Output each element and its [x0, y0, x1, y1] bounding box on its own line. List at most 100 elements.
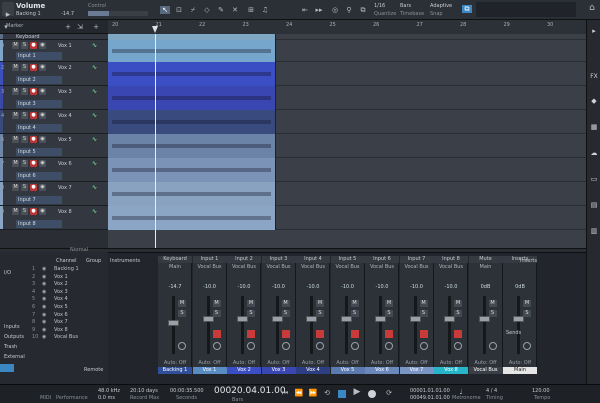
sends-label[interactable]: Sends — [506, 330, 521, 336]
fader-cap[interactable] — [306, 316, 317, 322]
pan-knob[interactable] — [385, 342, 393, 350]
pan-knob[interactable] — [488, 342, 497, 350]
folder-icon[interactable]: ▭ — [589, 174, 599, 184]
strip-output-select[interactable]: Vocal Bus — [193, 264, 227, 271]
strip-solo-button[interactable]: S — [523, 310, 531, 317]
volume-fader[interactable] — [344, 296, 348, 354]
automation-icon[interactable]: ∿ — [92, 112, 97, 119]
visibility-icon[interactable]: ◉ — [42, 304, 54, 311]
mute-button[interactable]: M — [12, 88, 19, 95]
eraser-tool-icon[interactable]: ◇ — [202, 6, 212, 14]
audio-event[interactable] — [108, 182, 276, 206]
grid-icon[interactable]: ▦ — [589, 122, 599, 132]
strip-output-select[interactable]: Vocal Bus — [365, 264, 399, 271]
automation-mode[interactable]: Auto: Off — [400, 360, 434, 366]
automation-mode[interactable]: Auto: Off — [158, 360, 192, 366]
strip-input-name[interactable]: Input 1 — [192, 256, 227, 263]
parameter-value[interactable]: -14.7 — [58, 11, 74, 17]
track-lane[interactable] — [108, 206, 586, 230]
browser-expand-icon[interactable]: ▸ — [589, 26, 599, 36]
strip-input-name[interactable]: Input 8 — [434, 256, 468, 263]
track-header[interactable]: 2 M S ● ◉ Vox 2 ∿ Input 2 — [0, 62, 108, 86]
remote-button[interactable]: Remote — [84, 367, 103, 373]
strip-volume-value[interactable]: -10.0 — [438, 284, 464, 291]
track-input-select[interactable]: Input 4 — [16, 124, 62, 132]
record-arm-button[interactable]: ● — [30, 208, 37, 215]
track-name[interactable]: Vox 5 — [58, 137, 72, 143]
visibility-icon[interactable]: ◉ — [42, 319, 54, 326]
automation-mode[interactable]: Auto: Off — [503, 360, 537, 366]
strip-output-select[interactable]: Main — [158, 264, 192, 271]
monitor-button[interactable]: ◉ — [39, 88, 46, 95]
track-lane[interactable] — [108, 86, 586, 110]
monitor-button[interactable]: ◉ — [39, 136, 46, 143]
volume-fader[interactable] — [206, 296, 210, 354]
solo-button[interactable]: S — [21, 136, 28, 143]
loop-end[interactable]: 00049.01.01.00 — [410, 395, 450, 401]
monitor-button[interactable]: ◉ — [39, 184, 46, 191]
strip-mute-button[interactable]: M — [385, 300, 393, 307]
strip-mute-button[interactable]: M — [488, 300, 497, 307]
strip-input-name[interactable]: Input 5 — [330, 256, 365, 263]
strip-output-select[interactable]: Vocal Bus — [400, 264, 434, 271]
track-header[interactable]: 8 M S ● ◉ Vox 7 ∿ Input 7 — [0, 182, 108, 206]
record-arm-button[interactable]: ● — [30, 64, 37, 71]
strip-output-select[interactable]: Vocal Bus — [434, 264, 468, 271]
automation-mode[interactable]: Auto: Off — [331, 360, 365, 366]
solo-button[interactable]: S — [21, 184, 28, 191]
track-input-select[interactable]: Input 5 — [16, 148, 62, 156]
audio-event[interactable] — [108, 134, 276, 158]
range-tool-icon[interactable]: ⊡ — [174, 6, 184, 14]
record-arm-button[interactable]: ● — [30, 42, 37, 49]
automation-icon[interactable]: ∿ — [92, 136, 97, 143]
volume-fader[interactable] — [448, 296, 451, 354]
strip-output-select[interactable]: Vocal Bus — [296, 264, 330, 271]
bend-tool-icon[interactable]: ⊞ — [246, 6, 256, 14]
audio-event[interactable] — [108, 40, 276, 62]
track-input-select[interactable]: Input 1 — [16, 52, 62, 60]
record-arm-button[interactable]: ● — [30, 160, 37, 167]
listen-tool-icon[interactable]: ♫ — [260, 6, 270, 14]
strip-volume-value[interactable]: -10.0 — [231, 284, 257, 291]
solo-button[interactable]: S — [21, 42, 28, 49]
play-icon[interactable]: ▶ — [352, 388, 362, 397]
strip-input-name[interactable]: Input 3 — [261, 256, 296, 263]
strip-solo-button[interactable]: S — [281, 310, 290, 317]
solo-button[interactable]: S — [21, 88, 28, 95]
strip-channel-name[interactable]: Vox 5 — [330, 367, 365, 374]
strip-mute-button[interactable]: M — [350, 300, 359, 307]
strip-input-name[interactable]: Input 2 — [227, 256, 261, 263]
channel-list-item[interactable]: 9 ◉ Vox 8 — [32, 327, 108, 334]
mute-button[interactable]: M — [12, 136, 19, 143]
pool-icon[interactable]: ▥ — [589, 226, 599, 236]
audio-event[interactable] — [108, 62, 276, 86]
record-arm-button[interactable]: ● — [30, 112, 37, 119]
strip-input-name[interactable]: Mute — [468, 256, 503, 263]
fader-cap[interactable] — [340, 316, 352, 322]
files-icon[interactable]: ▤ — [589, 200, 599, 210]
fader-cap[interactable] — [478, 316, 490, 322]
channel-list-item[interactable]: 4 ◉ Vox 3 — [32, 289, 108, 296]
mute-button[interactable]: M — [12, 112, 19, 119]
pan-knob[interactable] — [454, 342, 462, 350]
strip-solo-button[interactable]: S — [350, 310, 359, 317]
strip-solo-button[interactable]: S — [212, 310, 221, 317]
monitor-button[interactable]: ◉ — [39, 208, 46, 215]
inserts-label[interactable]: Inserts — [520, 258, 537, 264]
strip-channel-name[interactable]: Vocal Bus — [468, 367, 503, 374]
pan-knob[interactable] — [419, 342, 428, 350]
track-lane[interactable] — [108, 110, 586, 134]
visibility-icon[interactable]: ◉ — [42, 289, 54, 296]
strip-volume-value[interactable]: -10.0 — [369, 284, 395, 291]
channel-list-item[interactable]: 2 ◉ Vox 1 — [32, 274, 108, 281]
pan-knob[interactable] — [523, 342, 531, 350]
volume-fader[interactable] — [517, 296, 520, 354]
volume-fader[interactable] — [379, 296, 382, 354]
channel-list-item[interactable]: 6 ◉ Vox 5 — [32, 304, 108, 311]
record-arm-button[interactable]: ● — [30, 88, 37, 95]
track-name[interactable]: Vox 8 — [58, 209, 72, 215]
channel-list-item[interactable]: 7 ◉ Vox 6 — [32, 312, 108, 319]
fader-cap[interactable] — [375, 316, 386, 322]
strip-output-select[interactable]: Vocal Bus — [262, 264, 296, 271]
strip-record-button[interactable] — [316, 330, 324, 338]
